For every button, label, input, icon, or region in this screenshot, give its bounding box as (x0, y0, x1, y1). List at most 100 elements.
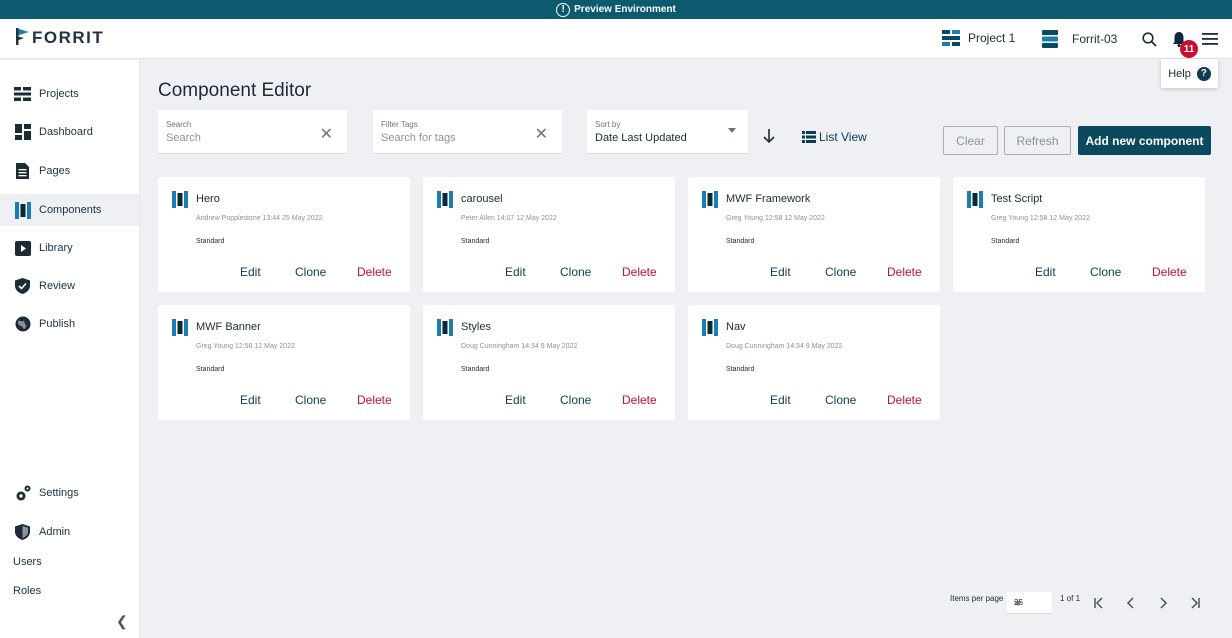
component-card[interactable]: MWF Framework Greg Young 12:58 12 May 20… (688, 177, 940, 292)
last-page-icon[interactable] (1186, 594, 1204, 612)
component-icon (967, 191, 983, 208)
dashboard-icon (14, 124, 31, 140)
component-type: Standard (196, 238, 225, 245)
sidebar-item-publish[interactable]: Publish (0, 308, 139, 340)
environment-selector[interactable]: Forrit-03 (1042, 30, 1117, 48)
sidebar-link-users[interactable]: Users (13, 556, 42, 568)
filter-tags-input[interactable]: Search for tags (381, 132, 456, 144)
search-input[interactable]: Search (166, 132, 201, 144)
search-icon[interactable] (1139, 29, 1159, 49)
sort-by-value: Date Last Updated (595, 132, 687, 144)
component-name: carousel (461, 193, 503, 205)
delete-button[interactable]: Delete (622, 393, 657, 407)
component-card[interactable]: Nav Doug Cunningham 14:34 9 May 2022 Sta… (688, 305, 940, 420)
sort-by-select[interactable]: Sort by Date Last Updated (587, 110, 748, 154)
component-icon (437, 191, 453, 208)
edit-button[interactable]: Edit (1035, 265, 1056, 279)
sidebar-item-review[interactable]: Review (0, 270, 139, 302)
first-page-icon[interactable] (1090, 594, 1108, 612)
preview-environment-bar: ! Preview Environment (0, 0, 1232, 19)
component-card[interactable]: MWF Banner Greg Young 12:58 12 May 2022 … (158, 305, 410, 420)
projects-icon (14, 86, 31, 102)
page-title: Component Editor (158, 80, 312, 101)
sidebar-link-roles[interactable]: Roles (13, 585, 41, 597)
component-name: Styles (461, 321, 491, 333)
component-card[interactable]: Test Script Greg Young 12:58 12 May 2022… (953, 177, 1205, 292)
sidebar-item-admin[interactable]: Admin (0, 516, 139, 548)
component-meta: Greg Young 12:58 12 May 2022 (196, 343, 295, 350)
delete-button[interactable]: Delete (887, 393, 922, 407)
search-field-label: Search (166, 120, 192, 129)
clear-button[interactable]: Clear (943, 126, 998, 155)
component-type: Standard (461, 366, 490, 373)
sidebar-item-dashboard[interactable]: Dashboard (0, 116, 139, 148)
add-new-component-button[interactable]: Add new component (1078, 126, 1211, 155)
clone-button[interactable]: Clone (560, 265, 591, 279)
server-icon (1042, 30, 1058, 48)
component-card[interactable]: Styles Doug Cunningham 14:34 9 May 2022 … (423, 305, 675, 420)
list-view-toggle[interactable]: List View (802, 130, 867, 144)
help-button[interactable]: Help ? (1161, 59, 1218, 88)
clone-button[interactable]: Clone (1090, 265, 1121, 279)
sidebar-item-label: Settings (39, 487, 79, 499)
warning-icon: ! (556, 2, 571, 17)
sidebar-item-pages[interactable]: Pages (0, 155, 139, 187)
edit-button[interactable]: Edit (505, 393, 526, 407)
component-card[interactable]: carousel Peter Allen 14:07 12 May 2022 S… (423, 177, 675, 292)
filter-tags-field[interactable]: Filter Tags Search for tags ✕ (373, 110, 562, 154)
sidebar-item-projects[interactable]: Projects (0, 78, 139, 110)
component-name: Hero (196, 193, 220, 205)
previous-page-icon[interactable] (1122, 594, 1140, 612)
delete-button[interactable]: Delete (357, 393, 392, 407)
gear-icon (14, 485, 31, 501)
items-per-page-select[interactable]: 25 (1007, 592, 1052, 614)
delete-button[interactable]: Delete (622, 265, 657, 279)
clone-button[interactable]: Clone (825, 393, 856, 407)
component-meta: Doug Cunningham 14:34 9 May 2022 (726, 343, 843, 350)
project-icon (942, 30, 960, 46)
sidebar-item-components[interactable]: Components (0, 194, 139, 226)
component-name: MWF Framework (726, 193, 811, 205)
refresh-button[interactable]: Refresh (1004, 126, 1071, 155)
edit-button[interactable]: Edit (240, 265, 261, 279)
hamburger-menu-icon[interactable] (1200, 29, 1220, 49)
component-meta: Greg Young 12:58 12 May 2022 (726, 215, 825, 222)
edit-button[interactable]: Edit (770, 393, 791, 407)
sidebar-item-label: Projects (39, 88, 79, 100)
collapse-sidebar-chevron-icon[interactable]: ❮ (116, 613, 128, 630)
sidebar-item-label: Pages (39, 165, 71, 177)
clone-button[interactable]: Clone (295, 393, 326, 407)
component-meta: Andrew Popplestone 13:44 25 May 2022 (196, 215, 323, 222)
clear-filter-icon[interactable]: ✕ (535, 124, 548, 144)
filter-tags-label: Filter Tags (381, 120, 418, 129)
search-field[interactable]: Search Search ✕ (158, 110, 347, 154)
pages-icon (14, 163, 31, 179)
edit-button[interactable]: Edit (505, 265, 526, 279)
clear-search-icon[interactable]: ✕ (320, 124, 333, 144)
next-page-icon[interactable] (1154, 594, 1172, 612)
component-type: Standard (461, 238, 490, 245)
component-type: Standard (196, 366, 225, 373)
clone-button[interactable]: Clone (825, 265, 856, 279)
delete-button[interactable]: Delete (1152, 265, 1187, 279)
brand-name: FORRIT (32, 28, 105, 47)
environment-name: Forrit-03 (1072, 32, 1118, 46)
list-icon (802, 131, 816, 143)
sidebar-item-label: Review (39, 280, 76, 292)
component-card[interactable]: Hero Andrew Popplestone 13:44 25 May 202… (158, 177, 410, 292)
sort-direction-arrow-down-icon[interactable] (762, 128, 776, 149)
component-icon (437, 319, 453, 336)
chevron-down-icon (1014, 601, 1022, 606)
edit-button[interactable]: Edit (240, 393, 261, 407)
delete-button[interactable]: Delete (887, 265, 922, 279)
sidebar-item-settings[interactable]: Settings (0, 477, 139, 509)
delete-button[interactable]: Delete (357, 265, 392, 279)
component-icon (172, 319, 188, 336)
forrit-logo[interactable]: FORRIT (15, 25, 104, 47)
edit-button[interactable]: Edit (770, 265, 791, 279)
clone-button[interactable]: Clone (295, 265, 326, 279)
component-meta: Peter Allen 14:07 12 May 2022 (461, 215, 557, 222)
project-selector[interactable]: Project 1 (942, 30, 1015, 46)
clone-button[interactable]: Clone (560, 393, 591, 407)
sidebar-item-library[interactable]: Library (0, 232, 139, 264)
